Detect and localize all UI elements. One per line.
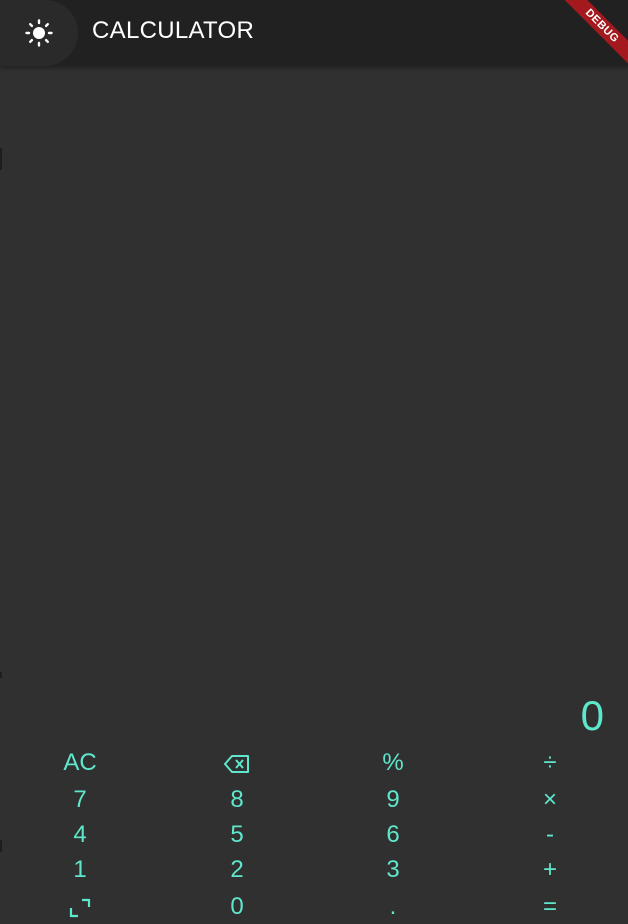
digit-1-button[interactable]: 1 bbox=[30, 853, 130, 887]
app-bar: CALCULATOR bbox=[0, 0, 628, 66]
expand-icon bbox=[69, 893, 91, 920]
digit-9-button[interactable]: 9 bbox=[343, 783, 443, 817]
edge-divider bbox=[0, 148, 2, 170]
calculator-app: CALCULATOR DEBUG 0 AC% ÷ 7 8 9 × 4 5 6-1 2 3 +0. = bbox=[0, 0, 628, 924]
digit-5-button[interactable]: 5 bbox=[187, 818, 287, 852]
all-clear-button[interactable]: AC bbox=[30, 746, 130, 780]
digit-3-button[interactable]: 3 bbox=[343, 853, 443, 887]
equals-button[interactable]: = bbox=[500, 890, 600, 924]
digit-2-button[interactable]: 2 bbox=[187, 853, 287, 887]
sun-icon bbox=[24, 18, 54, 48]
subtract-button[interactable]: - bbox=[500, 818, 600, 852]
multiply-button[interactable]: × bbox=[500, 783, 600, 817]
backspace-button[interactable] bbox=[187, 746, 287, 780]
app-title: CALCULATOR bbox=[92, 17, 255, 44]
digit-4-button[interactable]: 4 bbox=[30, 818, 130, 852]
divide-button[interactable]: ÷ bbox=[500, 746, 600, 780]
digit-6-button[interactable]: 6 bbox=[343, 818, 443, 852]
digit-0-button[interactable]: 0 bbox=[187, 890, 287, 924]
expand-button[interactable] bbox=[30, 890, 130, 924]
theme-toggle-button[interactable] bbox=[0, 0, 78, 66]
edge-divider bbox=[0, 672, 2, 678]
add-button[interactable]: + bbox=[500, 853, 600, 887]
digit-8-button[interactable]: 8 bbox=[187, 783, 287, 817]
percent-button[interactable]: % bbox=[343, 746, 443, 780]
result-display: 0 bbox=[580, 692, 604, 739]
edge-divider bbox=[0, 840, 2, 852]
digit-7-button[interactable]: 7 bbox=[30, 783, 130, 817]
backspace-icon bbox=[223, 749, 251, 776]
decimal-button[interactable]: . bbox=[343, 890, 443, 924]
